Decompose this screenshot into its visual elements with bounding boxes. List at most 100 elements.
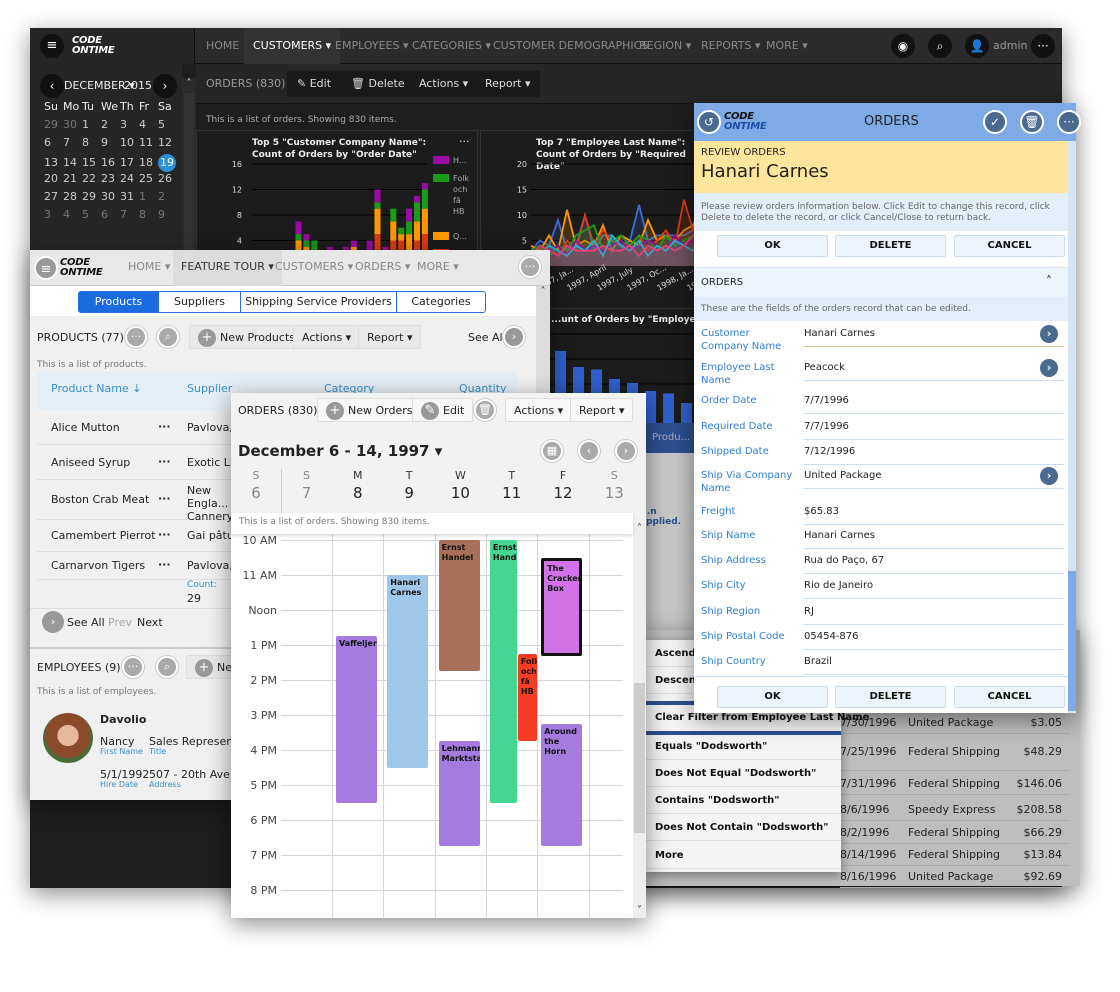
calendar-day[interactable]: 27 <box>44 190 63 203</box>
calendar-day[interactable]: 23 <box>101 172 120 185</box>
calendar-day[interactable]: 5 <box>158 118 177 131</box>
calendar-event[interactable]: Hanari Carnes <box>387 575 429 768</box>
calendar-day[interactable]: 8 <box>139 208 158 221</box>
date-range-selector[interactable]: December 6 - 14, 1997 ▾ <box>238 442 442 460</box>
grid-row[interactable]: 7/25/1996 Federal Shipping $48.29 <box>840 741 1070 771</box>
field-value[interactable]: Brazil <box>804 655 1064 675</box>
grid-row[interactable]: 8/14/1996 Federal Shipping $13.84 <box>840 844 1070 866</box>
tab-products[interactable]: Products <box>79 292 159 312</box>
calendar-event[interactable]: Folk och fä HB <box>517 653 537 742</box>
lookup-arrow-icon[interactable]: › <box>1040 467 1058 485</box>
field-value[interactable]: RJ <box>804 605 1064 625</box>
field-value[interactable]: Rio de Janeiro <box>804 579 1064 599</box>
ok-button-bottom[interactable]: OK <box>717 686 828 708</box>
bar[interactable] <box>663 393 674 427</box>
calendar-day[interactable]: 13 <box>44 156 63 169</box>
calendar-day[interactable]: 12 <box>158 136 177 149</box>
calendar-day[interactable]: 19 <box>158 154 176 172</box>
day-header[interactable]: S7 <box>281 469 332 502</box>
back-icon[interactable]: ↺ <box>697 110 721 134</box>
field-value[interactable]: Hanari Carnes › <box>804 325 1064 347</box>
employees-view-title[interactable]: EMPLOYEES (9) ▾ <box>37 661 130 674</box>
calendar-day[interactable]: 4 <box>63 208 82 221</box>
calendar-day[interactable]: 3 <box>44 208 63 221</box>
bar-segment[interactable] <box>374 189 381 203</box>
nav-more[interactable]: MORE ▾ <box>409 250 467 286</box>
field-value[interactable]: United Package › <box>804 467 1064 489</box>
calendar-day[interactable]: 22 <box>82 172 101 185</box>
delete-button[interactable]: 🗑 Delete <box>341 71 415 97</box>
more-options-icon[interactable]: ··· <box>1031 34 1055 58</box>
grid-row[interactable]: 8/6/1996 Speedy Express $208.58 <box>840 799 1070 821</box>
calendar-day[interactable]: 10 <box>120 136 139 149</box>
tab-shipping-service-providers[interactable]: Shipping Service Providers <box>241 292 397 312</box>
calendar-event[interactable]: Ernst Handel <box>438 540 480 672</box>
calendar-day[interactable]: 9 <box>101 136 120 149</box>
bar-segment[interactable] <box>295 221 302 235</box>
bar-segment[interactable] <box>414 202 420 222</box>
calendar-day[interactable]: 30 <box>63 118 82 131</box>
day-header[interactable]: T 11 <box>486 469 537 502</box>
calendar-day[interactable]: 31 <box>120 190 139 203</box>
bar[interactable] <box>645 391 656 427</box>
next-week-icon[interactable]: › <box>615 440 637 462</box>
calendar-day[interactable]: 14 <box>63 156 82 169</box>
calendar-day[interactable]: 29 <box>44 118 63 131</box>
field-value[interactable]: Hanari Carnes <box>804 529 1064 549</box>
more-options-icon[interactable]: ··· <box>519 256 541 278</box>
nav-orders[interactable]: ORDERS ▾ <box>347 250 418 286</box>
lookup-arrow-icon[interactable]: › <box>1040 325 1058 343</box>
day-header[interactable]: F 12 <box>538 469 589 502</box>
calendar-day[interactable]: 15 <box>82 156 101 169</box>
products-actions-button[interactable]: Actions ▾ <box>293 325 361 349</box>
bar-segment[interactable] <box>374 202 381 209</box>
bar-segment[interactable] <box>350 240 357 247</box>
scroll-thumb[interactable] <box>634 683 645 833</box>
delete-icon[interactable]: 🗑 <box>1020 110 1044 134</box>
row-menu-icon[interactable]: ··· <box>158 492 171 505</box>
actions-button[interactable]: Actions ▾ <box>505 398 573 422</box>
nav-home[interactable]: HOME <box>197 28 248 64</box>
calendar-day[interactable]: 30 <box>101 190 120 203</box>
col-product-name[interactable]: Product Name ↓ <box>51 382 141 395</box>
col-supplier[interactable]: Supplier <box>187 382 232 395</box>
orders-view-title[interactable]: ORDERS (830) ▾ <box>238 404 326 417</box>
new-products-button[interactable]: + New Products <box>189 325 304 349</box>
calendar-event[interactable]: Vaffeljerne <box>336 636 377 803</box>
calendar-day[interactable]: 20 <box>44 172 63 185</box>
prev-month-icon[interactable]: ‹ <box>40 74 64 98</box>
calendar-day[interactable]: 1 <box>139 190 158 203</box>
calendar-scrollbar[interactable]: ˄ ˅ <box>633 523 646 918</box>
cancel-button-bottom[interactable]: CANCEL <box>954 686 1065 708</box>
field-value[interactable]: $65.83 <box>804 505 1064 525</box>
calendar-day[interactable]: 8 <box>82 136 101 149</box>
calendar-day[interactable]: 25 <box>139 172 158 185</box>
bar-segment[interactable] <box>398 227 405 235</box>
bar-segment[interactable] <box>303 234 310 241</box>
day-header[interactable]: S 13 <box>589 469 640 502</box>
calendar-day[interactable]: 24 <box>120 172 139 185</box>
day-header[interactable]: S6 <box>231 469 281 502</box>
calendar-day[interactable]: 9 <box>158 208 177 221</box>
calendar-day[interactable]: 5 <box>82 208 101 221</box>
bar-segment[interactable] <box>303 240 310 247</box>
calendar-day[interactable]: 7 <box>63 136 82 149</box>
edit-button[interactable]: ✎ Edit <box>287 71 342 97</box>
calendar-day[interactable]: 18 <box>139 156 158 169</box>
day-header[interactable]: M8 <box>332 469 383 502</box>
field-value[interactable]: 7/7/1996 <box>804 420 1064 440</box>
ok-button[interactable]: OK <box>717 235 828 257</box>
delete-button[interactable]: DELETE <box>835 235 946 257</box>
partial-tab[interactable]: Produ... <box>646 423 696 453</box>
menu-item[interactable]: More <box>645 842 841 869</box>
calendar-day[interactable]: 21 <box>63 172 82 185</box>
nav-region[interactable]: REGION ▾ <box>630 28 700 64</box>
bar-segment[interactable] <box>390 208 397 222</box>
nav-more[interactable]: MORE ▾ <box>757 28 817 64</box>
products-view-title[interactable]: PRODUCTS (77) ▾ <box>37 331 133 344</box>
field-value[interactable]: 7/12/1996 <box>804 445 1064 465</box>
bar-segment[interactable] <box>414 195 420 203</box>
field-value[interactable]: 05454-876 <box>804 630 1064 650</box>
report-button[interactable]: Report ▾ <box>570 398 634 422</box>
edit-button[interactable]: ✎ Edit <box>412 398 474 422</box>
